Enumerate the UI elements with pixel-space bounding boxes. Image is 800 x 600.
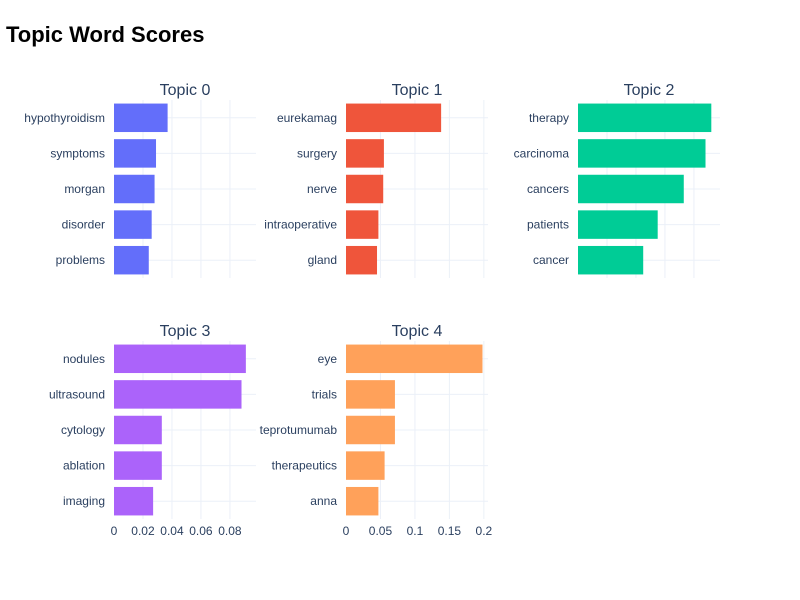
subplot-topic-0: Topic 0 hypothyroidism symptoms morgan disor… bbox=[24, 82, 256, 278]
bar-teprotumumab bbox=[346, 415, 395, 445]
x-tick-label: 0.2 bbox=[476, 524, 493, 538]
bar-gland bbox=[346, 245, 378, 275]
subplot-title: Topic 3 bbox=[160, 323, 211, 340]
subplot-title: Topic 0 bbox=[160, 82, 211, 99]
subplot-topic-1: Topic 1 eurekamag surgery nerve intraoperati… bbox=[264, 82, 488, 278]
x-tick-label: 0.04 bbox=[160, 524, 184, 538]
bar-cancer bbox=[578, 245, 644, 275]
bar-ablation bbox=[114, 451, 162, 480]
category-label: disorder bbox=[62, 218, 105, 232]
category-label: gland bbox=[308, 253, 337, 267]
x-tick-label: 0.06 bbox=[189, 524, 213, 538]
subplot-title: Topic 4 bbox=[392, 323, 443, 340]
category-label: problems bbox=[56, 253, 105, 267]
subplot-topic-3: Topic 3 nodules ultrasound cytology ablation… bbox=[49, 323, 256, 538]
category-label: nerve bbox=[307, 182, 337, 196]
bar-therapy bbox=[578, 103, 712, 133]
bar-cancers bbox=[578, 174, 684, 204]
category-label: symptoms bbox=[50, 146, 105, 160]
bar-disorder bbox=[114, 210, 152, 239]
x-tick-label: 0.05 bbox=[369, 524, 393, 538]
category-label: intraoperative bbox=[264, 218, 337, 232]
x-tick-label: 0 bbox=[111, 524, 118, 538]
category-label: eurekamag bbox=[277, 111, 337, 125]
bar-intraoperative bbox=[346, 210, 379, 239]
category-label: cytology bbox=[61, 423, 105, 437]
subplot-topic-2: Topic 2 therapy carcinoma cancers patients ca… bbox=[514, 82, 720, 278]
subplot-title: Topic 2 bbox=[624, 82, 675, 99]
category-label: cancers bbox=[527, 182, 569, 196]
bar-eye bbox=[346, 344, 483, 374]
bar-hypothyroidism bbox=[114, 103, 168, 133]
category-label: therapy bbox=[529, 111, 569, 125]
bar-morgan bbox=[114, 174, 155, 204]
category-label: teprotumumab bbox=[260, 423, 338, 437]
category-label: trials bbox=[312, 387, 337, 401]
bar-problems bbox=[114, 245, 149, 275]
bar-carcinoma bbox=[578, 139, 706, 168]
bar-eurekamag bbox=[346, 103, 442, 133]
category-label: eye bbox=[318, 352, 338, 366]
category-label: nodules bbox=[63, 352, 105, 366]
chart-figure: Topic 0 hypothyroidism symptoms morgan disor… bbox=[24, 82, 720, 538]
category-label: imaging bbox=[63, 494, 105, 508]
bar-imaging bbox=[114, 486, 154, 516]
subplot-title: Topic 1 bbox=[392, 82, 443, 99]
x-tick-label: 0.02 bbox=[131, 524, 155, 538]
category-label: patients bbox=[527, 218, 569, 232]
bar-anna bbox=[346, 486, 379, 516]
category-label: hypothyroidism bbox=[24, 111, 105, 125]
category-label: surgery bbox=[297, 146, 337, 160]
x-tick-label: 0.08 bbox=[218, 524, 242, 538]
category-label: cancer bbox=[533, 253, 569, 267]
bar-therapeutics bbox=[346, 451, 385, 480]
bar-cytology bbox=[114, 415, 162, 445]
category-label: morgan bbox=[64, 182, 105, 196]
bar-ultrasound bbox=[114, 380, 242, 409]
category-label: anna bbox=[310, 494, 337, 508]
x-tick-label: 0.1 bbox=[407, 524, 424, 538]
x-tick-label: 0 bbox=[343, 524, 350, 538]
category-label: therapeutics bbox=[272, 459, 337, 473]
bar-nerve bbox=[346, 174, 384, 204]
bar-surgery bbox=[346, 139, 384, 168]
subplot-topic-4: Topic 4 eye trials teprotumumab therapeutics… bbox=[260, 323, 493, 538]
bar-symptoms bbox=[114, 139, 157, 168]
x-tick-label: 0.15 bbox=[438, 524, 462, 538]
category-label: ultrasound bbox=[49, 387, 105, 401]
bar-nodules bbox=[114, 344, 246, 374]
category-label: ablation bbox=[63, 459, 105, 473]
bar-trials bbox=[346, 380, 395, 409]
bar-patients bbox=[578, 210, 658, 239]
category-label: carcinoma bbox=[514, 146, 570, 160]
